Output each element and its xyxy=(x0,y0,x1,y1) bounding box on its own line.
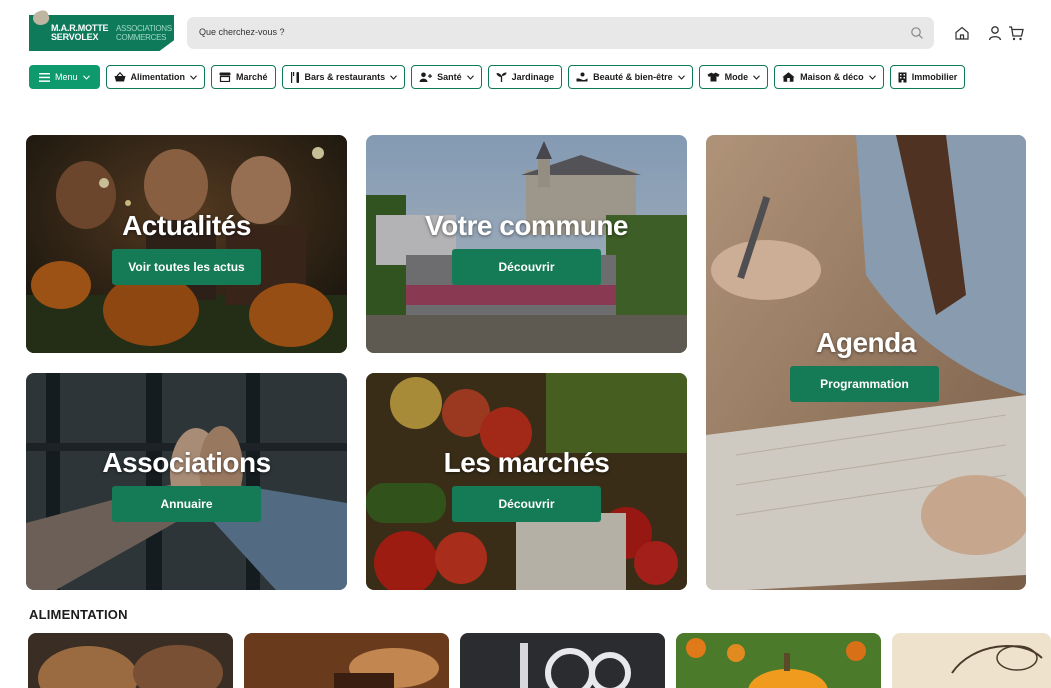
voir-actus-button[interactable]: Voir toutes les actus xyxy=(112,249,261,285)
alimentation-card[interactable] xyxy=(460,633,665,688)
nav-label: Alimentation xyxy=(130,72,186,82)
tile-actualites[interactable]: Actualités Voir toutes les actus xyxy=(26,135,347,353)
hand-icon xyxy=(576,72,588,82)
nav-label: Bars & restaurants xyxy=(304,72,386,82)
nav-jardinage-button[interactable]: Jardinage xyxy=(487,65,563,89)
nav-alimentation-button[interactable]: Alimentation xyxy=(105,65,206,89)
tile-overlay xyxy=(366,135,687,353)
tile-overlay xyxy=(26,135,347,353)
tile-overlay xyxy=(26,373,347,590)
site-logo[interactable]: M.A.R.MOTTE SERVOLEX ASSOCIATIONS COMMER… xyxy=(29,8,174,51)
chevron-down-icon xyxy=(753,74,761,80)
search-icon[interactable] xyxy=(910,26,924,40)
search-input[interactable]: Que cherchez-vous ? xyxy=(199,27,285,37)
logo-sub-text: ASSOCIATIONS COMMERCES xyxy=(116,24,172,42)
cart-icon[interactable] xyxy=(1007,24,1025,42)
nav-label: Jardinage xyxy=(511,72,555,82)
logo-main-text: M.A.R.MOTTE SERVOLEX xyxy=(51,23,109,42)
chevron-down-icon xyxy=(190,74,197,80)
tile-title: Actualités xyxy=(122,210,251,241)
pumpkin-field-image xyxy=(676,633,881,688)
nav-marche-button[interactable]: Marché xyxy=(211,65,276,89)
building-icon xyxy=(898,72,907,82)
restaurant-image xyxy=(244,633,449,688)
section-title-alimentation: ALIMENTATION xyxy=(29,607,128,622)
alimentation-card[interactable] xyxy=(244,633,449,688)
programmation-button[interactable]: Programmation xyxy=(790,366,939,402)
account-icon[interactable] xyxy=(986,24,1004,42)
chevron-down-icon xyxy=(868,74,876,80)
decouvrir-commune-button[interactable]: Découvrir xyxy=(452,249,601,285)
nav-label: Marché xyxy=(236,72,268,82)
nav-label: Santé xyxy=(437,72,462,82)
nav-immobilier-button[interactable]: Immobilier xyxy=(889,65,966,89)
nav-sante-button[interactable]: Santé xyxy=(411,65,482,89)
nav-bars-restaurants-button[interactable]: Bars & restaurants xyxy=(281,65,406,89)
market-stall-icon xyxy=(219,72,231,82)
chevron-down-icon xyxy=(82,74,90,80)
nav-mode-button[interactable]: Mode xyxy=(698,65,769,89)
chevron-down-icon xyxy=(677,74,685,80)
user-plus-icon xyxy=(419,72,433,82)
shop-sign-image xyxy=(460,633,665,688)
alimentation-card[interactable] xyxy=(676,633,881,688)
nav-maison-deco-button[interactable]: Maison & déco xyxy=(774,65,884,89)
alimentation-card[interactable] xyxy=(892,633,1051,688)
tile-title: Agenda xyxy=(816,327,916,358)
tile-les-marches[interactable]: Les marchés Découvrir xyxy=(366,373,687,590)
tile-overlay xyxy=(706,135,1026,590)
nav-label: Beauté & bien-être xyxy=(593,72,673,82)
bread-image xyxy=(28,633,233,688)
home-icon[interactable] xyxy=(953,24,971,42)
nav-label: Immobilier xyxy=(911,72,958,82)
cutlery-icon xyxy=(290,71,299,83)
sprout-icon xyxy=(496,72,507,82)
site-header: M.A.R.MOTTE SERVOLEX ASSOCIATIONS COMMER… xyxy=(0,0,1051,60)
nav-beaute-button[interactable]: Beauté & bien-être xyxy=(568,65,693,89)
category-nav: Menu Alimentation Marché Bars & restaura… xyxy=(29,65,966,89)
nav-label: Menu xyxy=(55,72,78,82)
nav-label: Mode xyxy=(724,72,749,82)
house-icon xyxy=(782,72,795,82)
tile-title: Votre commune xyxy=(424,210,629,241)
tile-votre-commune[interactable]: Votre commune Découvrir xyxy=(366,135,687,353)
tile-title: Associations xyxy=(102,447,271,478)
basket-icon xyxy=(114,72,126,82)
annuaire-button[interactable]: Annuaire xyxy=(112,486,261,522)
chevron-down-icon xyxy=(390,74,397,80)
tile-overlay xyxy=(366,373,687,590)
chevron-down-icon xyxy=(466,74,474,80)
search-bar[interactable]: Que cherchez-vous ? xyxy=(187,17,934,49)
tile-agenda[interactable]: Agenda Programmation xyxy=(706,135,1026,590)
decouvrir-marches-button[interactable]: Découvrir xyxy=(452,486,601,522)
nav-label: Maison & déco xyxy=(800,72,864,82)
nav-menu-button[interactable]: Menu xyxy=(29,65,100,89)
alimentation-card[interactable] xyxy=(28,633,233,688)
hamburger-icon xyxy=(39,72,50,82)
tshirt-icon xyxy=(707,72,720,82)
illustration-image xyxy=(892,633,1051,688)
tile-title: Les marchés xyxy=(443,447,610,478)
tile-associations[interactable]: Associations Annuaire xyxy=(26,373,347,590)
